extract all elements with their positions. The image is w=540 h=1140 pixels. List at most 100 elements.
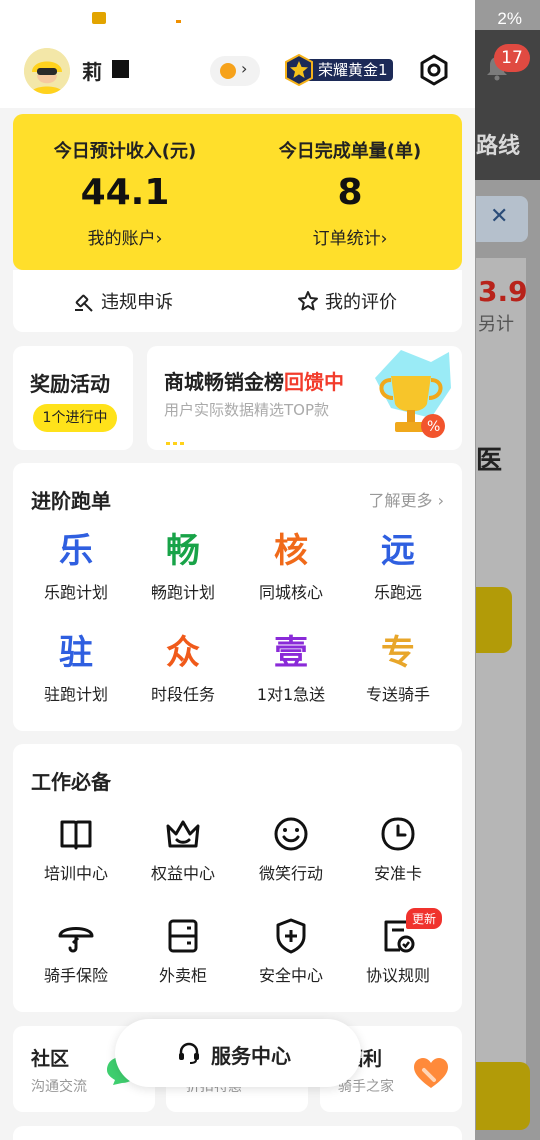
advanced-item-label: 驻跑计划 bbox=[43, 685, 108, 704]
next-card bbox=[13, 1126, 462, 1140]
notification-badge: 17 bbox=[494, 44, 530, 72]
advanced-item-label: 1对1急送 bbox=[256, 685, 326, 704]
status-battery: 2% bbox=[497, 9, 522, 28]
appeal-button[interactable]: 违规申诉 bbox=[73, 288, 173, 314]
headset-icon bbox=[179, 1042, 199, 1064]
work-item-label: 培训中心 bbox=[43, 864, 108, 883]
advanced-item-core[interactable]: 核 同城核心 bbox=[237, 529, 345, 603]
advanced-item-dedicated[interactable]: 专 专送骑手 bbox=[344, 631, 452, 705]
work-item-insurance[interactable]: 骑手保险 bbox=[22, 914, 130, 986]
advanced-section: 进阶跑单 了解更多 › 乐 乐跑计划 畅 畅跑计划 核 同城核心 远 乐跑远 驻… bbox=[13, 463, 462, 731]
status-bar bbox=[0, 0, 475, 40]
express-icon: 壹 bbox=[274, 633, 308, 673]
star-badge-icon bbox=[285, 54, 313, 86]
advanced-item-label: 乐跑计划 bbox=[43, 583, 108, 602]
avatar[interactable] bbox=[24, 48, 70, 94]
smile-icon bbox=[274, 817, 308, 851]
level-pill[interactable]: › bbox=[210, 56, 260, 86]
work-item-benefits[interactable]: 权益中心 bbox=[129, 812, 237, 884]
advanced-item-lepao[interactable]: 乐 乐跑计划 bbox=[22, 529, 130, 603]
shield-icon bbox=[276, 918, 306, 954]
advanced-item-label: 乐跑远 bbox=[373, 583, 422, 602]
service-center-label: 服务中心 bbox=[211, 1044, 291, 1068]
promo-row: 奖励活动 1个进行中 商城畅销金榜回馈中 用户实际数据精选TOP款 % bbox=[13, 346, 462, 450]
work-item-label: 协议规则 bbox=[365, 966, 430, 985]
work-item-safety[interactable]: 安全中心 bbox=[237, 914, 345, 986]
rider-avatar-icon bbox=[24, 48, 70, 94]
learn-more-link[interactable]: 了解更多 › bbox=[369, 487, 445, 511]
banner-subtitle: 用户实际数据精选TOP款 bbox=[164, 401, 330, 419]
advanced-item-label: 同城核心 bbox=[258, 583, 323, 602]
work-item-label: 安全中心 bbox=[258, 966, 323, 985]
route-label: 路线 bbox=[476, 134, 521, 159]
advanced-title: 进阶跑单 bbox=[31, 489, 111, 513]
advanced-item-label: 畅跑计划 bbox=[150, 583, 215, 602]
work-item-punctual-card[interactable]: 安准卡 bbox=[344, 812, 452, 884]
gem-icon bbox=[220, 63, 236, 79]
orders-value: 8 bbox=[337, 172, 363, 213]
timeslot-icon: 众 bbox=[166, 633, 200, 673]
reward-card[interactable]: 奖励活动 1个进行中 bbox=[13, 346, 133, 450]
review-button[interactable]: 我的评价 bbox=[297, 288, 397, 314]
expected-income[interactable]: 今日预计收入(元) 44.1 我的账户› bbox=[13, 114, 237, 270]
zhupao-icon: 驻 bbox=[59, 633, 93, 673]
background-button bbox=[476, 587, 512, 653]
income-card: 今日预计收入(元) 44.1 我的账户› 今日完成单量(单) 8 订单统计› bbox=[13, 114, 462, 270]
changpao-icon: 畅 bbox=[166, 531, 200, 571]
community-subtitle: 沟通交流 bbox=[31, 1079, 87, 1095]
side-drawer: 莉 › 荣耀黄金1 今日预计收入(元) 44.1 我的账户› 今日完成单量(单) bbox=[0, 0, 475, 1140]
orders-label: 今日完成单量(单) bbox=[278, 141, 422, 162]
work-section: 工作必备 培训中心 权益中心 微笑行动 安准卡 骑手保险 外卖柜 安全中心 更新… bbox=[13, 744, 462, 1012]
chevron-right-icon: › bbox=[241, 59, 248, 78]
advanced-item-timeslot[interactable]: 众 时段任务 bbox=[129, 631, 237, 705]
completed-orders[interactable]: 今日完成单量(单) 8 订单统计› bbox=[238, 114, 462, 270]
mall-banner[interactable]: 商城畅销金榜回馈中 用户实际数据精选TOP款 % bbox=[147, 346, 462, 450]
advanced-item-lepaoyuan[interactable]: 远 乐跑远 bbox=[344, 529, 452, 603]
advanced-item-zhupao[interactable]: 驻 驻跑计划 bbox=[22, 631, 130, 705]
work-item-training[interactable]: 培训中心 bbox=[22, 812, 130, 884]
advanced-item-label: 时段任务 bbox=[150, 685, 215, 704]
advanced-item-label: 专送骑手 bbox=[365, 685, 430, 704]
close-icon: ✕ bbox=[490, 204, 509, 229]
work-item-label: 骑手保险 bbox=[43, 966, 108, 985]
advanced-item-changpao[interactable]: 畅 畅跑计划 bbox=[129, 529, 237, 603]
umbrella-icon bbox=[58, 927, 94, 953]
rank-badge[interactable]: 荣耀黄金1 bbox=[283, 54, 393, 86]
community-title: 社区 bbox=[31, 1048, 70, 1070]
work-title: 工作必备 bbox=[31, 770, 111, 794]
clock-icon bbox=[381, 817, 415, 851]
work-item-label: 微笑行动 bbox=[258, 864, 323, 883]
background-button bbox=[476, 1062, 530, 1130]
carousel-dots bbox=[166, 430, 187, 449]
dedicated-icon: 专 bbox=[381, 633, 415, 673]
settings-icon[interactable] bbox=[418, 54, 450, 86]
trophy-icon: % bbox=[375, 350, 451, 438]
account-link[interactable]: 我的账户› bbox=[13, 224, 237, 249]
star-outline-icon bbox=[298, 291, 318, 311]
svg-text:%: % bbox=[427, 419, 440, 435]
work-item-smile[interactable]: 微笑行动 bbox=[237, 812, 345, 884]
service-center-button[interactable]: 服务中心 bbox=[115, 1019, 361, 1087]
char-fragment: 医 bbox=[476, 446, 503, 476]
work-item-label: 权益中心 bbox=[150, 864, 215, 883]
advanced-item-express[interactable]: 壹 1对1急送 bbox=[237, 631, 345, 705]
user-name: 莉 bbox=[82, 60, 102, 84]
heart-icon bbox=[414, 1058, 448, 1088]
extra-fragment: 另计 bbox=[478, 314, 514, 335]
appeal-row: 违规申诉 我的评价 bbox=[13, 270, 462, 332]
status-app-icon bbox=[92, 12, 106, 24]
work-item-label: 外卖柜 bbox=[158, 966, 207, 985]
banner-title-highlight: 回馈中 bbox=[284, 370, 344, 394]
banner-title-main: 商城畅销金榜 bbox=[164, 370, 284, 394]
orders-link[interactable]: 订单统计› bbox=[238, 224, 462, 249]
core-icon: 核 bbox=[274, 531, 308, 571]
name-redaction bbox=[110, 60, 144, 80]
background-card bbox=[476, 258, 526, 1108]
work-item-agreement[interactable]: 更新 协议规则 bbox=[344, 908, 452, 986]
work-item-label: 安准卡 bbox=[373, 864, 422, 883]
work-item-locker[interactable]: 外卖柜 bbox=[129, 914, 237, 986]
reward-tag: 1个进行中 bbox=[33, 404, 117, 432]
rank-label: 荣耀黄金1 bbox=[318, 61, 388, 79]
expected-income-value: 44.1 bbox=[80, 172, 170, 213]
lepao-icon: 乐 bbox=[59, 531, 93, 571]
